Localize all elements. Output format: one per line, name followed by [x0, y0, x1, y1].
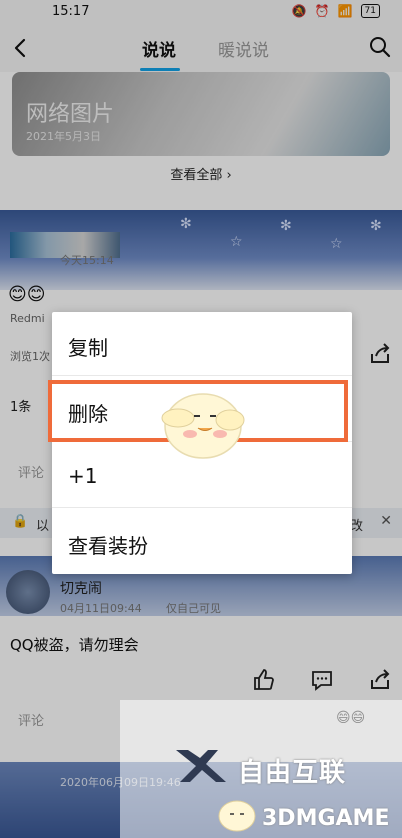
watermark-logo-icon — [176, 750, 226, 782]
menu-item-label: +1 — [68, 464, 98, 488]
watermark-site: 3DMGAME — [262, 806, 390, 831]
menu-item-view-decoration[interactable]: 查看装扮 — [52, 510, 352, 574]
mascot-bird-illustration — [161, 393, 245, 459]
watermark-name: 自由互联 — [238, 758, 347, 788]
menu-item-label: 查看装扮 — [68, 534, 148, 558]
watermark-mascot-icon — [218, 800, 256, 832]
menu-item-label: 复制 — [68, 336, 108, 360]
menu-item-copy[interactable]: 复制 — [52, 312, 352, 376]
